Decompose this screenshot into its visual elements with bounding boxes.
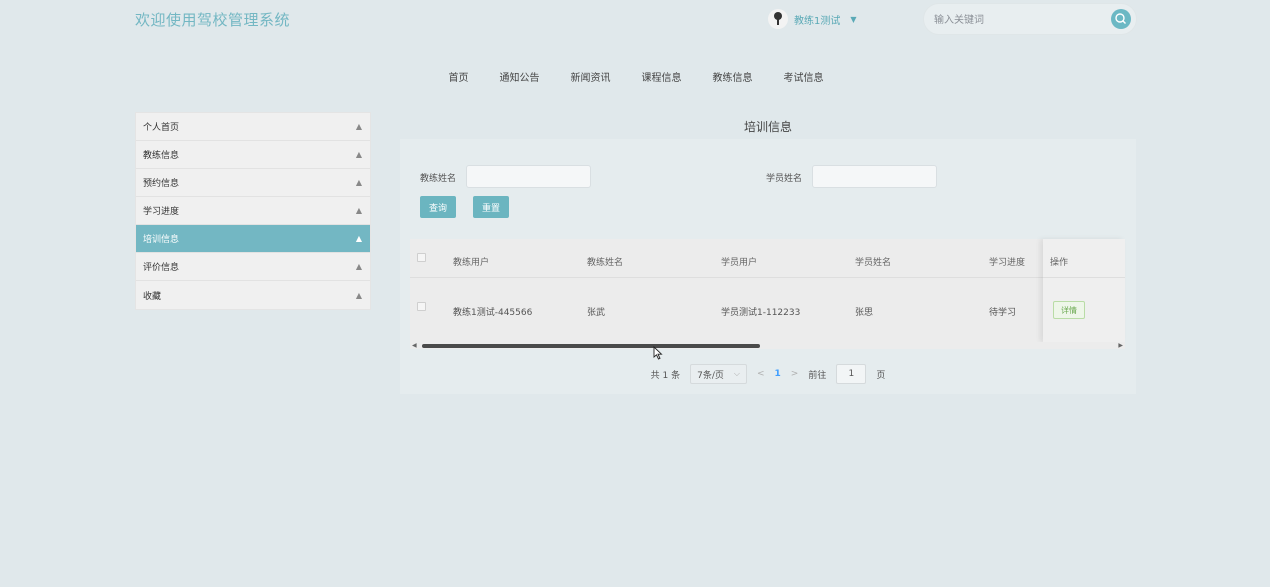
avatar [768,9,788,29]
nav-home[interactable]: 首页 [449,69,469,84]
sidebar-item-coach-info[interactable]: 教练信息 ▲ [136,141,370,169]
cell-coach-name: 张武 [587,308,606,318]
student-name-label: 学员姓名 [766,174,803,184]
col-header-actions: 操作 [1050,258,1069,268]
pagination: 共 1 条 7条/页 ⌵ < 1 > 前往 页 [400,364,1136,384]
top-nav: 首页 通知公告 新闻资讯 课程信息 教练信息 考试信息 [0,69,1270,84]
user-name: 教练1测试 [794,15,841,27]
sidebar-item-progress[interactable]: 学习进度 ▲ [136,197,370,225]
page-size-value: 7条/页 [697,370,724,381]
total-count: 共 1 条 [650,370,681,381]
home-icon: ▲ [355,262,362,271]
sidebar-item-label: 评价信息 [143,263,180,273]
col-header-coach-name: 教练姓名 [587,258,624,268]
sidebar-item-favorites[interactable]: 收藏 ▲ [136,281,370,309]
search-button[interactable] [1111,9,1131,29]
nav-notices[interactable]: 通知公告 [500,69,540,84]
select-all-checkbox[interactable] [417,253,426,262]
col-header-student-user: 学员用户 [721,258,758,268]
cell-student-user: 学员测试1-112233 [721,308,801,318]
home-icon: ▲ [355,150,362,159]
mouse-cursor-icon [653,346,663,360]
next-page-icon[interactable]: > [791,369,799,379]
search-icon [1115,13,1126,24]
home-icon: ▲ [355,122,362,131]
home-icon: ▲ [355,234,362,243]
page-title: 培训信息 [743,120,792,134]
col-header-student-name: 学员姓名 [855,258,892,268]
col-header-progress: 学习进度 [989,258,1026,268]
col-header-coach-user: 教练用户 [453,258,490,268]
sidebar-item-label: 培训信息 [143,235,180,245]
coach-name-label: 教练姓名 [420,174,457,184]
reset-button[interactable]: 重置 [473,196,510,218]
content-panel: 教练姓名 学员姓名 查询 重置 教练用户 教练姓名 学员用户 学员姓名 学习进度… [400,139,1136,394]
row-checkbox[interactable] [417,302,426,311]
scrollbar-thumb[interactable] [422,344,760,348]
page-suffix: 页 [876,370,886,381]
fixed-action-column: 操作 详情 [1043,239,1125,342]
home-icon: ▲ [355,206,362,215]
header-divider [410,277,1125,278]
sidebar-item-home[interactable]: 个人首页 ▲ [136,113,370,141]
sidebar-item-training[interactable]: 培训信息 ▲ [136,225,370,253]
header-divider [1043,277,1125,278]
sidebar: 个人首页 ▲ 教练信息 ▲ 预约信息 ▲ 学习进度 ▲ 培训信息 ▲ 评价信息 … [135,112,371,310]
sidebar-item-label: 个人首页 [143,123,180,133]
horizontal-scrollbar[interactable]: ◀ ▶ [410,342,1125,349]
nav-courses[interactable]: 课程信息 [642,69,682,84]
sidebar-item-label: 教练信息 [143,151,180,161]
nav-coaches[interactable]: 教练信息 [713,69,753,84]
query-button[interactable]: 查询 [420,196,457,218]
page-number[interactable]: 1 [775,369,781,379]
site-title: 欢迎使用驾校管理系统 [135,11,291,29]
search-box [923,3,1137,35]
user-menu[interactable]: 教练1测试 ▼ [768,7,857,31]
search-input[interactable] [934,11,1104,29]
sidebar-item-reviews[interactable]: 评价信息 ▲ [136,253,370,281]
chevron-down-icon: ▼ [850,14,857,24]
sidebar-item-label: 预约信息 [143,179,180,189]
page-size-select[interactable]: 7条/页 ⌵ [690,364,747,384]
data-table: 教练用户 教练姓名 学员用户 学员姓名 学习进度 教练1测试-445566 张武… [410,239,1125,349]
sidebar-item-label: 学习进度 [143,207,180,217]
goto-label: 前往 [808,370,827,381]
nav-exams[interactable]: 考试信息 [784,69,824,84]
sidebar-item-appointments[interactable]: 预约信息 ▲ [136,169,370,197]
cell-coach-user: 教练1测试-445566 [453,308,533,318]
home-icon: ▲ [355,178,362,187]
sidebar-item-label: 收藏 [143,291,162,302]
chevron-down-icon: ⌵ [733,369,740,378]
goto-page-input[interactable] [836,364,867,384]
student-name-input[interactable] [812,165,937,188]
prev-page-icon[interactable]: < [757,369,765,379]
nav-news[interactable]: 新闻资讯 [571,69,611,84]
scroll-left-icon[interactable]: ◀ [412,342,417,349]
cell-progress: 待学习 [989,308,1017,318]
coach-name-input[interactable] [466,165,591,188]
cell-student-name: 张思 [855,308,874,318]
home-icon: ▲ [355,290,362,300]
detail-button[interactable]: 详情 [1053,301,1085,319]
scroll-right-icon[interactable]: ▶ [1118,342,1123,349]
